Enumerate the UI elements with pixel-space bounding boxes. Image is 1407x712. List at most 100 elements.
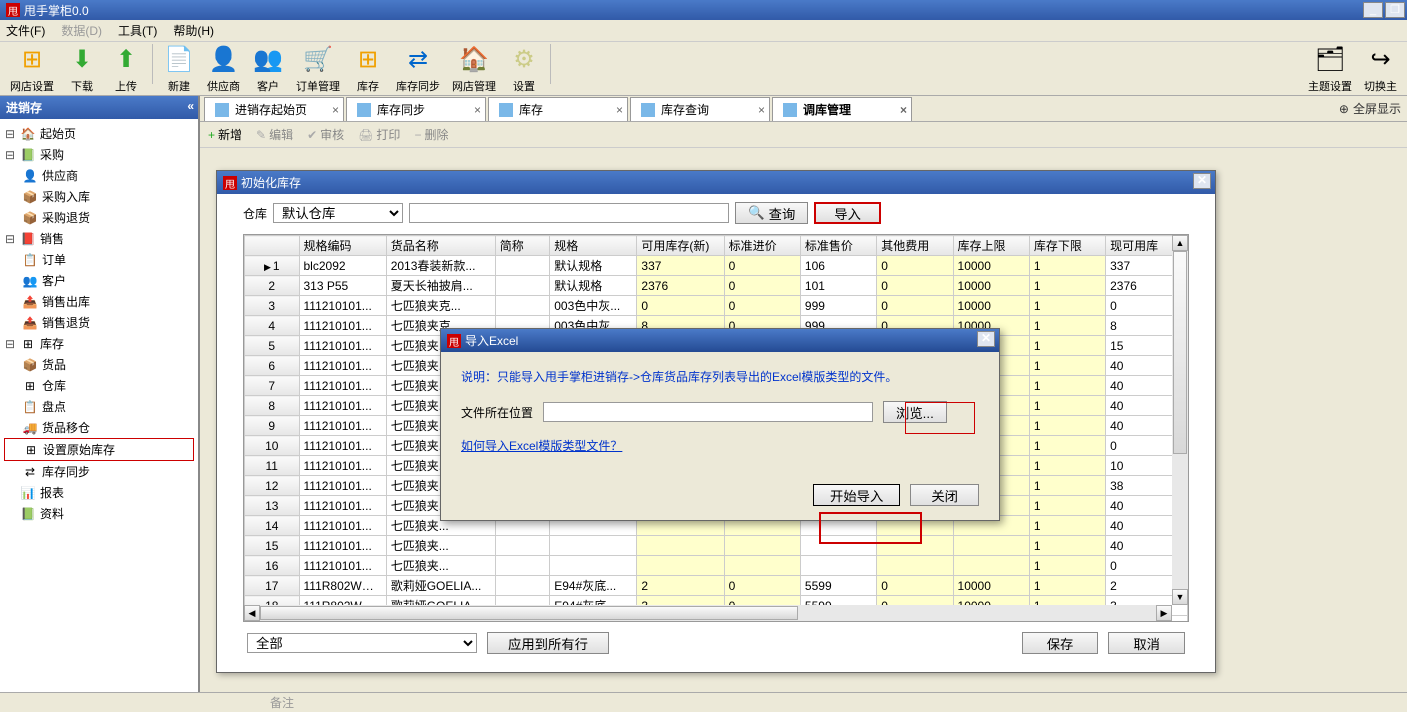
tree-item-库存[interactable]: ⊟⊞库存 [4,333,194,354]
cell[interactable]: 1 [1029,416,1105,436]
column-header[interactable]: 规格编码 [299,236,386,256]
save-button[interactable]: 保存 [1022,632,1099,654]
cell[interactable]: 17 [245,576,300,596]
cell[interactable]: 111210101... [299,556,386,576]
cell[interactable]: 111210101... [299,396,386,416]
cell[interactable]: 106 [800,256,876,276]
cell[interactable]: 5 [245,336,300,356]
cell[interactable]: 111210101... [299,456,386,476]
toolbar-上传[interactable]: ⬆上传 [110,44,142,94]
tree-item-订单[interactable]: 📋订单 [4,249,194,270]
scroll-thumb-h[interactable] [260,606,798,620]
action-审核[interactable]: ✔审核 [307,126,344,143]
scroll-down-icon[interactable]: ▼ [1172,589,1188,605]
cell[interactable]: 4 [245,316,300,336]
column-header[interactable]: 其他费用 [877,236,953,256]
minimize-button[interactable]: _ [1363,2,1383,18]
cell[interactable]: 夏天长袖披肩... [386,276,495,296]
toolbar-供应商[interactable]: 👤供应商 [207,44,240,94]
tree-item-采购入库[interactable]: 📦采购入库 [4,186,194,207]
expand-icon[interactable]: ⊟ [4,148,16,162]
cell[interactable]: 111R802WE94S [299,576,386,596]
cell[interactable]: 8 [245,396,300,416]
cell[interactable]: 10000 [953,296,1029,316]
cell[interactable]: 10000 [953,256,1029,276]
cell[interactable]: 默认规格 [550,256,637,276]
column-header[interactable]: 库存下限 [1029,236,1105,256]
cell[interactable]: 6 [245,356,300,376]
cell[interactable]: 9 [245,416,300,436]
cell[interactable]: 歌莉娅GOELIA... [386,576,495,596]
cell[interactable]: 1 [1029,456,1105,476]
cell[interactable]: 七匹狼夹... [386,556,495,576]
cell[interactable]: 111210101... [299,316,386,336]
column-header[interactable]: 可用库存(新) [637,236,724,256]
cell[interactable]: 003色中灰... [550,296,637,316]
cell[interactable] [637,536,724,556]
cell[interactable]: 0 [877,296,953,316]
cell[interactable]: 337 [637,256,724,276]
table-row[interactable]: 16111210101...七匹狼夹...10 [245,556,1188,576]
file-path-input[interactable] [543,402,873,422]
import-button[interactable]: 导入 [814,202,881,224]
vertical-scrollbar[interactable]: ▲ ▼ [1172,235,1188,605]
cell[interactable] [953,556,1029,576]
cell[interactable] [550,536,637,556]
column-header[interactable]: 货品名称 [386,236,495,256]
tree-item-销售[interactable]: ⊟📕销售 [4,228,194,249]
tree-item-采购退货[interactable]: 📦采购退货 [4,207,194,228]
menu-item[interactable]: 数据(D) [61,22,102,39]
how-to-import-link[interactable]: 如何导入Excel模版类型文件？ [461,437,622,454]
apply-all-button[interactable]: 应用到所有行 [487,632,609,654]
cell[interactable]: 0 [724,276,800,296]
cell[interactable]: 111210101... [299,536,386,556]
tree-item-设置原始库存[interactable]: ⊞设置原始库存 [4,438,194,461]
table-row[interactable]: 3111210101...七匹狼夹克...003色中灰...0099901000… [245,296,1188,316]
toolbar-下载[interactable]: ⬇下载 [66,44,98,94]
table-row[interactable]: 2313 P55夏天长袖披肩...默认规格2376010101000012376 [245,276,1188,296]
dialog-close-button[interactable]: ✕ [1193,173,1211,189]
expand-icon[interactable]: ⊟ [4,337,16,351]
cell[interactable]: 七匹狼夹... [386,536,495,556]
cell[interactable]: 3 [245,296,300,316]
toolbar-网店管理[interactable]: 🏠网店管理 [452,44,496,94]
menu-item[interactable]: 帮助(H) [173,22,214,39]
filter-select[interactable]: 全部 [247,633,477,653]
menu-item[interactable]: 工具(T) [118,22,157,39]
cell[interactable]: 1 [1029,516,1105,536]
cell[interactable]: 5599 [800,576,876,596]
tab-库存[interactable]: 库存× [488,97,628,121]
cell[interactable]: 2 [637,576,724,596]
toolbar-订单管理[interactable]: 🛒订单管理 [296,44,340,94]
tree-item-起始页[interactable]: ⊟🏠起始页 [4,123,194,144]
cell[interactable] [724,536,800,556]
tree-item-库存同步[interactable]: ⇄库存同步 [4,461,194,482]
cancel-button[interactable]: 取消 [1108,632,1185,654]
toolbar-新建[interactable]: 📄新建 [163,44,195,94]
action-编辑[interactable]: ✎编辑 [256,126,293,143]
cell[interactable]: 7 [245,376,300,396]
tab-库存同步[interactable]: 库存同步× [346,97,486,121]
cell[interactable]: 111210101... [299,356,386,376]
cell[interactable]: 10 [245,436,300,456]
column-header[interactable]: 标准售价 [800,236,876,256]
action-删除[interactable]: −删除 [414,126,448,143]
cell[interactable]: 14 [245,516,300,536]
cell[interactable]: 0 [637,296,724,316]
restore-button[interactable]: ❐ [1385,2,1405,18]
column-header[interactable]: 标准进价 [724,236,800,256]
cell[interactable]: 111210101... [299,296,386,316]
column-header[interactable]: 简称 [495,236,550,256]
cell[interactable]: 13 [245,496,300,516]
cell[interactable]: 313 P55 [299,276,386,296]
scroll-thumb[interactable] [1173,251,1187,454]
toolbar-库存[interactable]: ⊞库存 [352,44,384,94]
cell[interactable] [800,556,876,576]
cell[interactable] [495,576,550,596]
tree-item-销售退货[interactable]: 📤销售退货 [4,312,194,333]
tree-item-仓库[interactable]: ⊞仓库 [4,375,194,396]
cell[interactable]: 2376 [637,276,724,296]
cell[interactable]: 1 [1029,436,1105,456]
cell[interactable]: 0 [877,276,953,296]
cell[interactable]: 11 [245,456,300,476]
